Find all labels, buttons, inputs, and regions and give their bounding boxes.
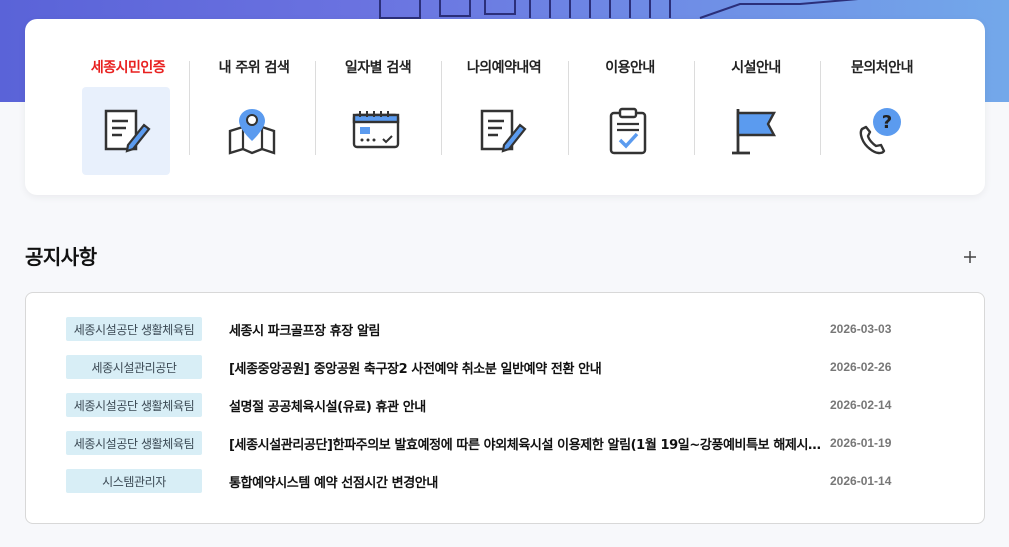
- notice-date: 2026-01-19: [830, 436, 892, 450]
- quick-menu-card: 세종시민인증 내 주위 검색 일자별 검색 나의예약내역 이용안내 시설안내 문…: [25, 19, 985, 195]
- quick-item-label: 나의예약내역: [466, 60, 542, 76]
- quick-item-label: 문의처안내: [851, 60, 913, 76]
- category-badge: 세종시설공단 생활체육팀: [66, 317, 202, 341]
- notice-title-link[interactable]: 설명절 공공체육시설(유료) 휴관 안내: [229, 396, 824, 415]
- quick-item-label: 일자별 검색: [344, 60, 412, 76]
- category-badge: 세종시설공단 생활체육팀: [66, 393, 202, 417]
- quick-item-facility-guide[interactable]: 시설안내: [693, 19, 819, 195]
- edit-document-icon: [82, 87, 170, 175]
- flag-icon: [710, 87, 798, 175]
- phone-question-icon: ?: [836, 87, 924, 175]
- notice-row[interactable]: 세종시설공단 생활체육팀 세종시 파크골프장 휴장 알림 2026-03-03: [66, 317, 946, 341]
- quick-item-contact-info[interactable]: 문의처안내 ?: [819, 19, 945, 195]
- building-illustration: [379, 0, 859, 19]
- quick-item-label: 내 주위 검색: [218, 60, 290, 76]
- notice-title-link[interactable]: 통합예약시스템 예약 선점시간 변경안내: [229, 472, 824, 491]
- notice-row[interactable]: 세종시설공단 생활체육팀 설명절 공공체육시설(유료) 휴관 안내 2026-0…: [66, 393, 946, 417]
- notice-date: 2026-03-03: [830, 322, 892, 336]
- quick-item-label: 시설안내: [731, 60, 781, 76]
- notice-title-link[interactable]: 세종시 파크골프장 휴장 알림: [229, 320, 824, 339]
- quick-item-date-search[interactable]: 일자별 검색: [315, 19, 441, 195]
- plus-icon[interactable]: [960, 245, 980, 265]
- quick-item-nearby-search[interactable]: 내 주위 검색: [191, 19, 317, 195]
- map-pin-icon: [208, 87, 296, 175]
- notice-date: 2026-02-26: [830, 360, 892, 374]
- notice-row[interactable]: 시스템관리자 통합예약시스템 예약 선점시간 변경안내 2026-01-14: [66, 469, 946, 493]
- category-badge: 시스템관리자: [66, 469, 202, 493]
- notice-title-link[interactable]: [세종시설관리공단]한파주의보 발효예정에 따른 야외체육시설 이용제한 알림(…: [229, 434, 824, 453]
- calendar-icon: [332, 87, 420, 175]
- notice-date: 2026-02-14: [830, 398, 892, 412]
- quick-item-my-reservations[interactable]: 나의예약내역: [441, 19, 567, 195]
- notice-title-link[interactable]: [세종중앙공원] 중앙공원 축구장2 사전예약 취소분 일반예약 전환 안내: [229, 358, 824, 377]
- quick-item-citizen-auth[interactable]: 세종시민인증: [65, 19, 191, 195]
- notice-list: 세종시설공단 생활체육팀 세종시 파크골프장 휴장 알림 2026-03-03 …: [25, 292, 985, 524]
- divider: [189, 61, 190, 155]
- svg-text:?: ?: [882, 112, 892, 133]
- quick-item-usage-guide[interactable]: 이용안내: [567, 19, 693, 195]
- category-badge: 세종시설공단 생활체육팀: [66, 431, 202, 455]
- quick-item-label: 이용안내: [605, 60, 655, 76]
- notice-row[interactable]: 세종시설공단 생활체육팀 [세종시설관리공단]한파주의보 발효예정에 따른 야외…: [66, 431, 946, 455]
- notice-row[interactable]: 세종시설관리공단 [세종중앙공원] 중앙공원 축구장2 사전예약 취소분 일반예…: [66, 355, 946, 379]
- notice-section-title: 공지사항: [25, 245, 97, 269]
- quick-item-label: 세종시민인증: [90, 60, 166, 76]
- category-badge: 세종시설관리공단: [66, 355, 202, 379]
- notice-date: 2026-01-14: [830, 474, 892, 488]
- clipboard-check-icon: [584, 87, 672, 175]
- edit-document-icon: [458, 87, 546, 175]
